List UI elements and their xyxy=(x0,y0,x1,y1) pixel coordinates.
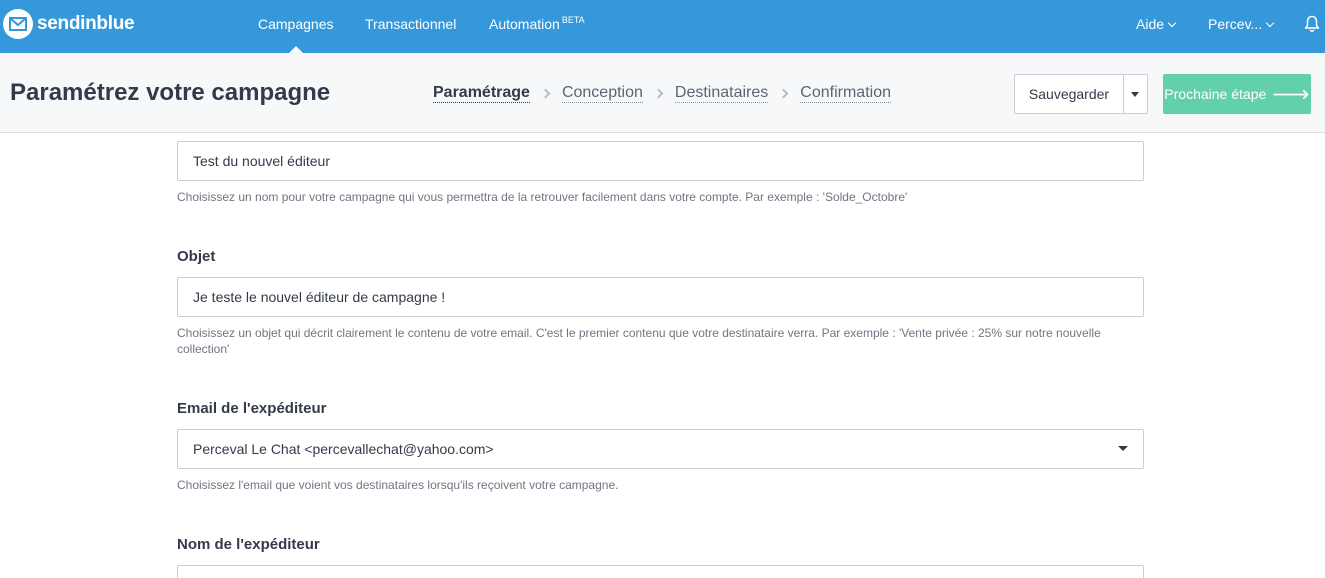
save-button-group: Sauvegarder xyxy=(1014,74,1148,114)
nav-campagnes[interactable]: Campagnes xyxy=(258,0,334,53)
campaign-name-input[interactable]: Test du nouvel éditeur xyxy=(177,141,1144,181)
subject-help: Choisissez un objet qui décrit clairemen… xyxy=(177,326,1101,356)
nav-campagnes-label: Campagnes xyxy=(258,16,334,32)
chevron-down-icon xyxy=(1265,18,1275,28)
brand-logo[interactable]: sendinblue xyxy=(2,8,135,40)
sender-email-help: Choisissez l'email que voient vos destin… xyxy=(177,478,619,492)
sender-name-label: Nom de l'expéditeur xyxy=(177,536,320,553)
sender-email-label: Email de l'expéditeur xyxy=(177,400,327,417)
nav-automation[interactable]: Automation BETA xyxy=(489,0,585,53)
user-name: Percev... xyxy=(1208,16,1263,32)
nav-automation-label: Automation xyxy=(489,16,560,32)
top-navbar: sendinblue Campagnes Transactionnel Auto… xyxy=(0,0,1325,53)
campaign-header: Paramétrez votre campagne Paramétrage Co… xyxy=(0,53,1325,133)
sendinblue-logo-icon xyxy=(3,9,33,39)
step-confirmation[interactable]: Confirmation xyxy=(800,84,891,103)
chevron-right-icon xyxy=(540,88,551,99)
caret-down-icon xyxy=(1118,446,1128,451)
arrow-right-icon: 🡒 xyxy=(1272,86,1310,102)
next-step-label: Prochaine étape xyxy=(1164,86,1267,102)
sender-name-input[interactable] xyxy=(177,565,1144,578)
step-destinataires[interactable]: Destinataires xyxy=(674,84,769,103)
user-menu-dropdown[interactable]: Percev... xyxy=(1208,0,1275,53)
sender-email-value: Perceval Le Chat <percevallechat@yahoo.c… xyxy=(193,441,494,457)
chevron-down-icon xyxy=(1167,18,1177,28)
step-conception[interactable]: Conception xyxy=(561,84,643,103)
save-button[interactable]: Sauvegarder xyxy=(1015,75,1124,113)
save-options-dropdown[interactable] xyxy=(1124,75,1147,113)
page-title: Paramétrez votre campagne xyxy=(10,79,331,106)
nav-aide-label: Aide xyxy=(1136,16,1165,32)
beta-badge: BETA xyxy=(561,15,585,25)
campaign-name-help: Choisissez un nom pour votre campagne qu… xyxy=(177,190,908,204)
brand-name: sendinblue xyxy=(37,13,135,34)
nav-transactionnel[interactable]: Transactionnel xyxy=(365,0,456,53)
chevron-right-icon xyxy=(653,88,664,99)
nav-aide-dropdown[interactable]: Aide xyxy=(1136,0,1177,53)
bell-icon[interactable] xyxy=(1304,15,1320,33)
subject-input[interactable]: Je teste le nouvel éditeur de campagne ! xyxy=(177,277,1144,317)
step-breadcrumb: Paramétrage Conception Destinataires Con… xyxy=(433,84,891,103)
subject-label: Objet xyxy=(177,248,216,265)
chevron-right-icon xyxy=(778,88,789,99)
nav-transactionnel-label: Transactionnel xyxy=(365,16,457,32)
next-step-button[interactable]: Prochaine étape 🡒 xyxy=(1163,74,1311,114)
sender-email-select[interactable]: Perceval Le Chat <percevallechat@yahoo.c… xyxy=(177,429,1144,469)
step-parametrage[interactable]: Paramétrage xyxy=(433,84,530,103)
